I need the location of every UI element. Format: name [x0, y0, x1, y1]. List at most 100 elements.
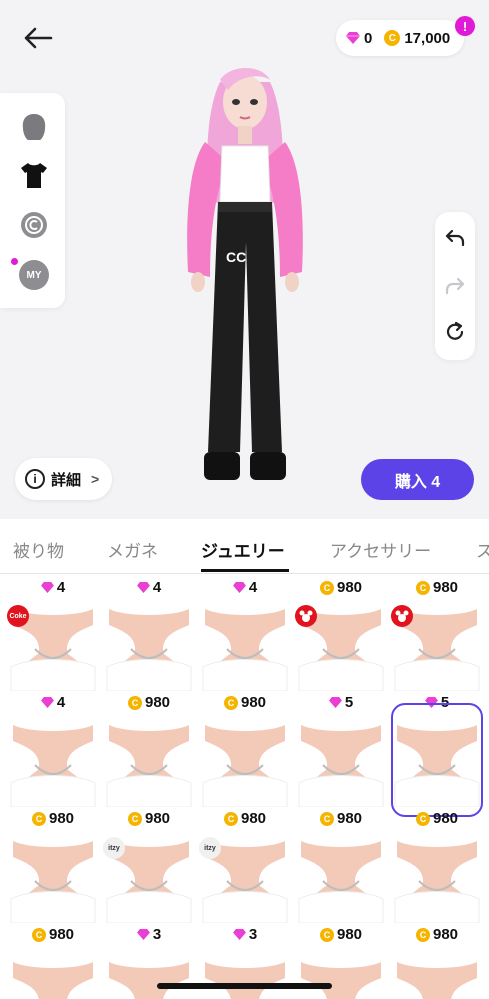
price-label: C 980: [296, 926, 386, 943]
price-value: 980: [144, 810, 171, 827]
price-value: 4: [56, 694, 66, 711]
jewelry-item[interactable]: [201, 960, 289, 999]
price-value: 5: [344, 694, 354, 711]
price-label: 4: [8, 579, 98, 596]
mickey-icon: [299, 610, 313, 622]
price-value: 980: [432, 810, 459, 827]
jewelry-item[interactable]: [393, 839, 481, 923]
price-value: 980: [240, 694, 267, 711]
jewelry-item[interactable]: [393, 960, 481, 999]
brand-badge: [295, 605, 317, 627]
price-value: 980: [432, 926, 459, 943]
jewelry-item[interactable]: [105, 723, 193, 807]
price-label: 4: [8, 694, 98, 711]
gem-count: 0: [364, 29, 373, 47]
category-tabs: 被り物 メガネ ジュエリー アクセサリー ス: [0, 519, 489, 574]
price-label: C 980: [296, 579, 386, 596]
price-label: C 980: [8, 810, 98, 827]
sidebar-item-hair[interactable]: [18, 111, 50, 143]
back-button[interactable]: [20, 22, 56, 54]
svg-text:CC: CC: [226, 249, 246, 265]
copyright-icon: [21, 212, 47, 238]
details-label: 詳細: [51, 471, 82, 489]
mickey-icon: [395, 610, 409, 622]
jewelry-item[interactable]: [201, 607, 289, 691]
tab-more[interactable]: ス: [476, 537, 489, 562]
coin-icon: C: [127, 811, 142, 826]
currency-balance[interactable]: 0 C 17,000: [336, 20, 464, 56]
price-label: C 980: [392, 579, 482, 596]
undo-button[interactable]: [443, 226, 467, 250]
jewelry-item[interactable]: [105, 960, 193, 999]
jewelry-item[interactable]: [201, 723, 289, 807]
necklace-thumbnail: [301, 962, 381, 999]
gem-icon: [232, 582, 246, 593]
gem-icon: [346, 32, 360, 44]
jewelry-item[interactable]: [391, 605, 481, 691]
price-value: 4: [56, 579, 66, 596]
gem-icon: [40, 582, 54, 593]
gem-icon: [136, 929, 150, 940]
reset-button[interactable]: [443, 320, 467, 344]
tshirt-icon: [21, 163, 47, 188]
necklace-thumbnail: [202, 609, 288, 691]
redo-icon: [445, 277, 465, 295]
hair-icon: [22, 114, 46, 140]
brand-badge: itzy: [103, 837, 125, 859]
coin-icon: C: [223, 811, 238, 826]
price-label: 5: [296, 694, 386, 711]
jewelry-item[interactable]: [391, 703, 483, 817]
necklace-thumbnail: [394, 725, 480, 807]
jewelry-item[interactable]: [9, 839, 97, 923]
edit-controls: [435, 212, 475, 360]
price-label: C 980: [104, 810, 194, 827]
jewelry-item[interactable]: [105, 607, 193, 691]
jewelry-item[interactable]: [297, 960, 385, 999]
necklace-thumbnail: [202, 725, 288, 807]
item-grid: 4 4 4 C 980 C 980 Coke 4 C 980 C 980 5 5 C 980 C 980 C 980 C 9…: [0, 575, 489, 999]
price-value: 980: [336, 810, 363, 827]
jewelry-item[interactable]: [295, 605, 385, 691]
jewelry-item[interactable]: itzy: [103, 837, 193, 923]
jewelry-item[interactable]: Coke: [7, 605, 97, 691]
jewelry-item[interactable]: itzy: [199, 837, 289, 923]
price-label: C 980: [392, 810, 482, 827]
alert-badge[interactable]: !: [455, 16, 475, 36]
jewelry-item[interactable]: [297, 839, 385, 923]
price-label: 3: [104, 926, 194, 943]
brand-badge: itzy: [199, 837, 221, 859]
sidebar-item-my[interactable]: MY: [18, 259, 50, 291]
necklace-thumbnail: [13, 962, 93, 999]
jewelry-item[interactable]: [9, 960, 97, 999]
coin-icon: C: [415, 580, 430, 595]
tab-glasses[interactable]: メガネ: [107, 537, 158, 562]
tab-accessories[interactable]: アクセサリー: [330, 537, 431, 562]
refresh-icon: [446, 321, 464, 340]
necklace-thumbnail: [397, 962, 477, 999]
sidebar-item-clothing[interactable]: [18, 159, 50, 191]
necklace-thumbnail: [205, 962, 285, 999]
coin-count: 17,000: [404, 29, 451, 47]
buy-button[interactable]: 購入 4: [361, 459, 474, 500]
price-value: 4: [152, 579, 162, 596]
price-label: 3: [200, 926, 290, 943]
jewelry-item[interactable]: [9, 723, 97, 807]
tab-jewelry[interactable]: ジュエリー: [201, 537, 285, 562]
active-tab-indicator: [201, 569, 289, 572]
price-value: 980: [336, 579, 363, 596]
necklace-thumbnail: [109, 962, 189, 999]
redo-button[interactable]: [443, 274, 467, 298]
price-value: 980: [240, 810, 267, 827]
necklace-thumbnail: [106, 609, 192, 691]
price-label: 4: [200, 579, 290, 596]
tab-headwear[interactable]: 被り物: [13, 537, 64, 562]
jewelry-item[interactable]: [297, 723, 385, 807]
details-button[interactable]: i 詳細 >: [15, 458, 112, 500]
price-value: 3: [152, 926, 162, 943]
sidebar-item-brand[interactable]: [18, 209, 50, 241]
necklace-thumbnail: [298, 841, 384, 923]
avatar-figure: CC: [187, 68, 303, 480]
coin-icon: C: [127, 695, 142, 710]
coin-icon: C: [319, 580, 334, 595]
price-label: C 980: [392, 926, 482, 943]
